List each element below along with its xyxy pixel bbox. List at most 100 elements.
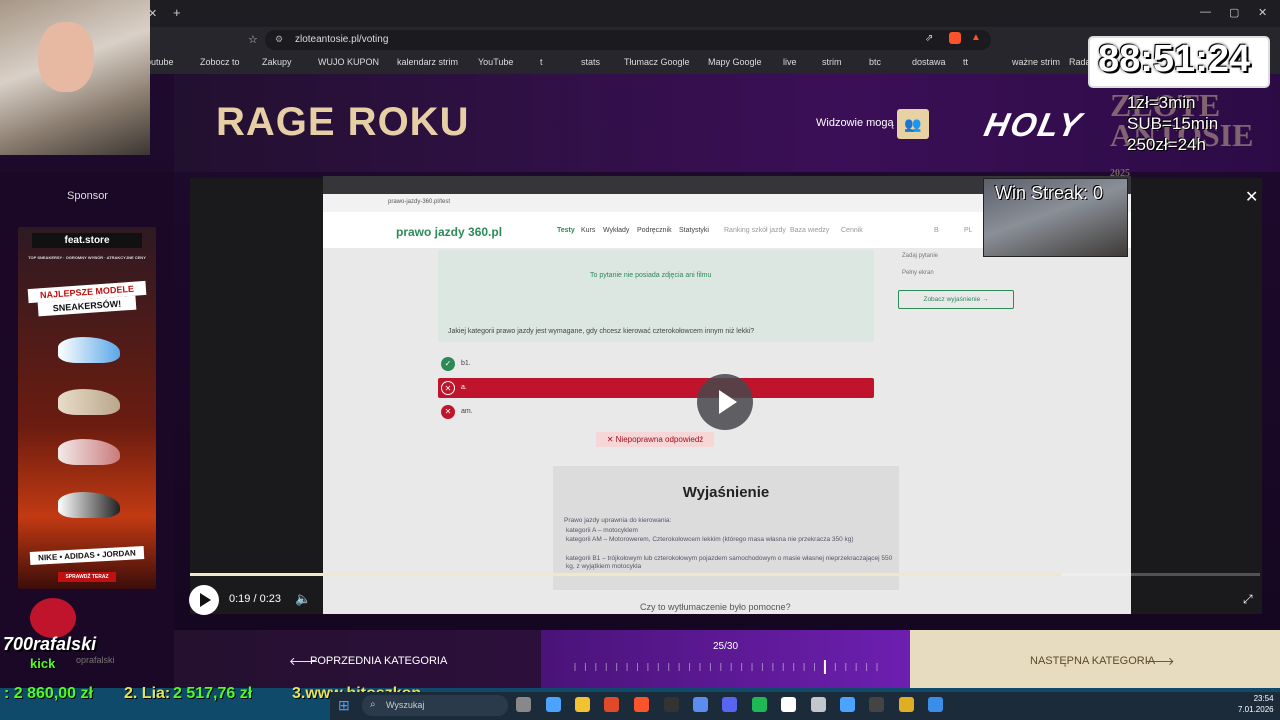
sneaker-image [58,492,120,518]
streamdeck-icon[interactable] [781,697,796,712]
nav-item: Testy [557,227,575,234]
helpful-question: Czy to wytłumaczenie było pomocne? [640,602,791,612]
side-item: Zadaj pytanie [902,253,939,259]
nav-item: Cennik [841,227,863,234]
previous-category-label: POPRZEDNIA KATEGORIA [310,655,448,667]
folder-icon[interactable] [575,697,590,712]
nav-item: Ranking szkół jazdy [724,227,786,234]
bookmark-item[interactable]: stats [581,57,600,67]
search-placeholder: Wyszukaj [386,700,425,710]
brave-icon[interactable] [634,697,649,712]
see-explanation-button: Zobacz wyjaśnienie → [898,290,1014,309]
holy-logo: HOLY [981,106,1087,143]
check-icon: ✓ [441,357,455,371]
file-explorer-icon[interactable] [546,697,561,712]
ad-tagline: TOP SNEAKERSY · OGROMNY WYBÓR · ATRAKCYJ… [28,255,146,260]
explanation-line: kategorii AM – Motorowerem, Czterokołowc… [566,536,854,543]
bookmark-item[interactable]: t [540,57,543,67]
big-play-button[interactable] [697,374,753,430]
answer-option: a. [461,384,467,391]
nav-item: Wykłady [603,227,630,234]
ad-brand: feat.store [32,233,142,248]
bookmark-item[interactable]: outube [146,57,174,67]
chrome-icon[interactable] [604,697,619,712]
bookmark-item[interactable]: dostawa [912,57,946,67]
answer-option: b1. [461,360,471,367]
category-progress-panel [541,630,910,688]
subathon-rules: 1zł=3min SUB=15min 250zł=24h [1127,92,1218,155]
video-time: 0:19 / 0:23 [229,593,281,605]
category-select: B [934,227,939,234]
explanation-line: Prawo jazdy uprawnia do kierowania: [564,517,672,524]
app-icon[interactable] [869,697,884,712]
viewers-label: Widzowie mogą [816,117,894,129]
bookmark-item[interactable]: YouTube [478,57,513,67]
ticker-entry: 2. Lia: [124,685,171,702]
page-title: RAGE ROKU [216,100,470,144]
taskview-icon[interactable] [516,697,531,712]
explanation-title: Wyjaśnienie [682,484,770,501]
bookmark-item[interactable]: Mapy Google [708,57,762,67]
new-tab-icon[interactable]: + [173,5,181,20]
bookmark-item[interactable]: btc [869,57,881,67]
share-icon[interactable]: ⇗ [925,33,933,44]
cross-icon: ✕ [441,405,455,419]
discord-icon[interactable] [722,697,737,712]
video-frame-logo: prawo jazdy 360.pl [396,225,503,239]
cross-icon: ✕ [441,381,455,395]
bookmark-item[interactable]: WUJO KUPON [318,57,379,67]
tab-bar: ✕ + — ▢ ✕ [0,0,1280,27]
next-category-label: NASTĘPNA KATEGORIA [1030,655,1156,667]
fullscreen-icon[interactable]: ⤢ [1243,592,1253,607]
nav-item: Podręcznik [637,227,672,234]
calculator-icon[interactable] [811,697,826,712]
volume-icon[interactable]: 🔈 [295,591,311,607]
window-close-icon[interactable]: ✕ [1258,6,1267,19]
rule-line: SUB=15min [1127,114,1219,133]
wrong-answer-badge: ✕ Niepoprawna odpowiedź [596,432,714,447]
app-icon[interactable] [693,697,708,712]
url-bar[interactable]: ⚙ zloteantosie.pl/voting ⇗ ▲ [265,30,991,50]
sponsor-ad[interactable]: feat.store TOP SNEAKERSY · OGROMNY WYBÓR… [18,227,156,589]
bookmark-item[interactable]: Zobocz to [200,57,240,67]
maximize-icon[interactable]: ▢ [1229,6,1239,19]
app-icon[interactable] [899,697,914,712]
bookmark-item[interactable]: tt [963,57,968,67]
explanation-line: kategorii A – motocyklem [566,527,638,534]
app-icon[interactable] [928,697,943,712]
obs-icon[interactable] [664,697,679,712]
vscode-icon[interactable] [840,697,855,712]
nav-item: Baza wiedzy [790,227,830,234]
language-select: PL [964,227,973,234]
viewers-button[interactable]: 👥 [897,109,929,139]
clock-date: 7.01.2026 [1238,705,1274,714]
ad-cta: SPRAWDŹ TERAZ [58,572,116,582]
start-icon[interactable]: ⊞ [338,697,350,714]
spotify-icon[interactable] [752,697,767,712]
progress-fill [190,573,1063,576]
sneaker-image [58,337,120,363]
question-text: Jakiej kategorii prawo jazdy jest wymaga… [448,328,755,335]
brave-rewards-icon[interactable]: ▲ [971,32,981,43]
bookmark-star-icon[interactable]: ☆ [248,33,258,46]
play-icon [719,390,737,414]
clock-time: 23:54 [1253,694,1274,703]
category-count: 25/30 [713,641,739,652]
taskbar-search[interactable]: ⌕ Wyszukaj [362,695,508,716]
rule-line: 1zł=3min [1127,93,1196,112]
site-info-icon[interactable]: ⚙ [275,34,283,45]
bookmark-item[interactable]: ważne strim [1012,57,1060,67]
bookmark-item[interactable]: strim [822,57,842,67]
minimize-icon[interactable]: — [1200,6,1211,18]
play-button[interactable] [189,585,219,615]
close-icon[interactable]: ✕ [1245,187,1258,207]
category-ticks [574,660,878,674]
bookmark-item[interactable]: kalendarz strim [397,57,458,67]
streamer-name: 700rafalski [3,634,97,654]
play-icon [200,593,211,607]
bookmark-item[interactable]: Zakupy [262,57,292,67]
brave-shield-icon[interactable] [949,32,961,44]
bookmark-item[interactable]: Tłumacz Google [624,57,690,67]
users-icon: 👥 [904,116,922,132]
bookmark-item[interactable]: live [783,57,797,67]
